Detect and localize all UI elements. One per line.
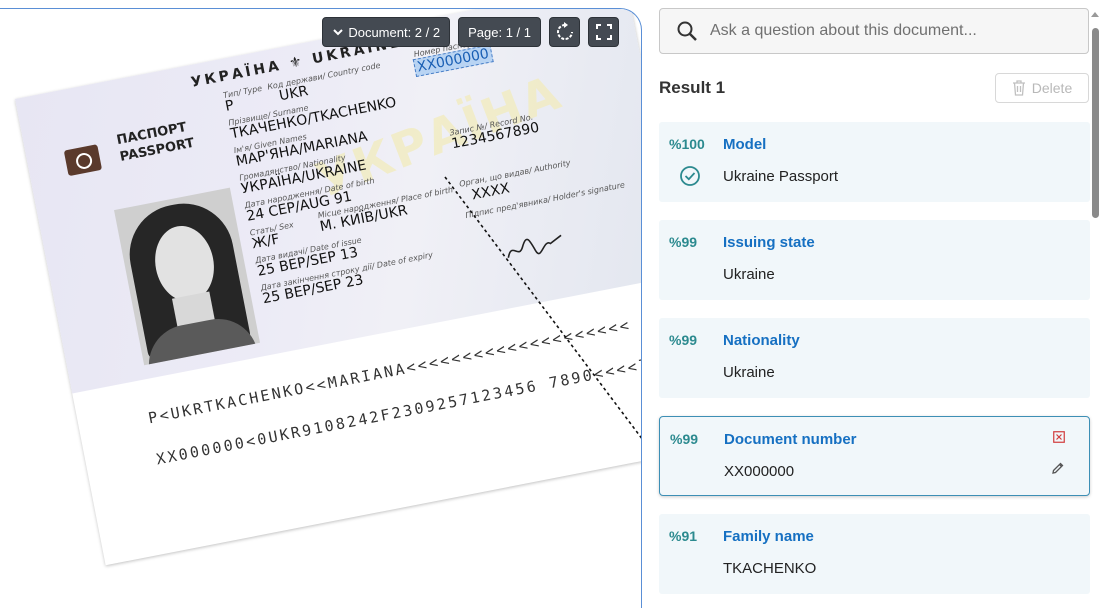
document-viewer[interactable]: Document: 2 / 2 Page: 1 / 1 УКРАЇНА УКРА…: [0, 8, 642, 608]
verified-check-icon: [680, 166, 700, 186]
delete-button[interactable]: Delete: [995, 73, 1089, 103]
field-name: Issuing state: [723, 234, 815, 251]
rotate-icon: [556, 22, 573, 40]
passport-emblem-icon: [63, 144, 103, 177]
confidence-badge: %99: [669, 332, 698, 348]
chevron-down-icon: [333, 29, 344, 36]
field-value: Ukraine: [723, 364, 775, 381]
confidence-badge: %100: [669, 136, 705, 152]
page-selector-button[interactable]: Page: 1 / 1: [458, 17, 541, 47]
holder-signature: [507, 234, 562, 258]
search-icon: [677, 21, 697, 41]
result-title: Result 1: [659, 78, 726, 97]
field-value: TKACHENKO: [723, 560, 817, 577]
results-panel: Result 1 Delete %100 Model Ukraine Passp…: [643, 0, 1108, 603]
document-selector-label: Document: 2 / 2: [348, 24, 441, 40]
edit-pencil-icon[interactable]: [1051, 461, 1065, 475]
holder-photo: [114, 187, 261, 366]
field-card-issuing-state[interactable]: %99 Issuing state Ukraine: [659, 220, 1090, 300]
scroll-up-arrow-icon[interactable]: [1091, 12, 1099, 17]
question-input[interactable]: [708, 21, 1072, 41]
field-value: XX000000: [724, 463, 795, 480]
results-scrollbar[interactable]: [1092, 28, 1099, 218]
field-name: Family name: [723, 528, 814, 545]
field-card-nationality[interactable]: %99 Nationality Ukraine: [659, 318, 1090, 398]
field-name: Document number: [724, 431, 857, 448]
confidence-badge: %91: [669, 528, 698, 544]
confidence-badge: %99: [670, 431, 699, 447]
field-name: Model: [723, 136, 767, 153]
fullscreen-icon: [595, 24, 612, 40]
field-value: Ukraine Passport: [723, 168, 839, 185]
field-card-model[interactable]: %100 Model Ukraine Passport: [659, 122, 1090, 202]
reject-icon[interactable]: [1053, 431, 1065, 443]
confidence-badge: %99: [669, 234, 698, 250]
viewer-toolbar: Document: 2 / 2 Page: 1 / 1: [322, 17, 619, 47]
field-card-document-number[interactable]: %99 Document number XX000000: [659, 416, 1090, 496]
trash-icon: [1012, 80, 1025, 96]
field-name: Nationality: [723, 332, 800, 349]
type-value: P: [223, 97, 236, 115]
authority-label: Орган, що видав/ Authority: [458, 158, 572, 189]
rotate-button[interactable]: [549, 17, 580, 47]
field-value: Ukraine: [723, 266, 775, 283]
field-card-family-name[interactable]: %91 Family name TKACHENKO: [659, 514, 1090, 594]
delete-label: Delete: [1031, 80, 1073, 96]
passport-title: ПАСПОРТ PASSPORT: [115, 118, 196, 166]
question-search-box[interactable]: [659, 8, 1089, 54]
fullscreen-button[interactable]: [588, 17, 619, 47]
document-selector-button[interactable]: Document: 2 / 2: [322, 17, 451, 47]
passport-image: УКРАЇНА УКРАЇНА ⚜ UKRAINE ПАСПОРТ PASSPO…: [15, 9, 641, 566]
page-selector-label: Page: 1 / 1: [468, 24, 531, 40]
